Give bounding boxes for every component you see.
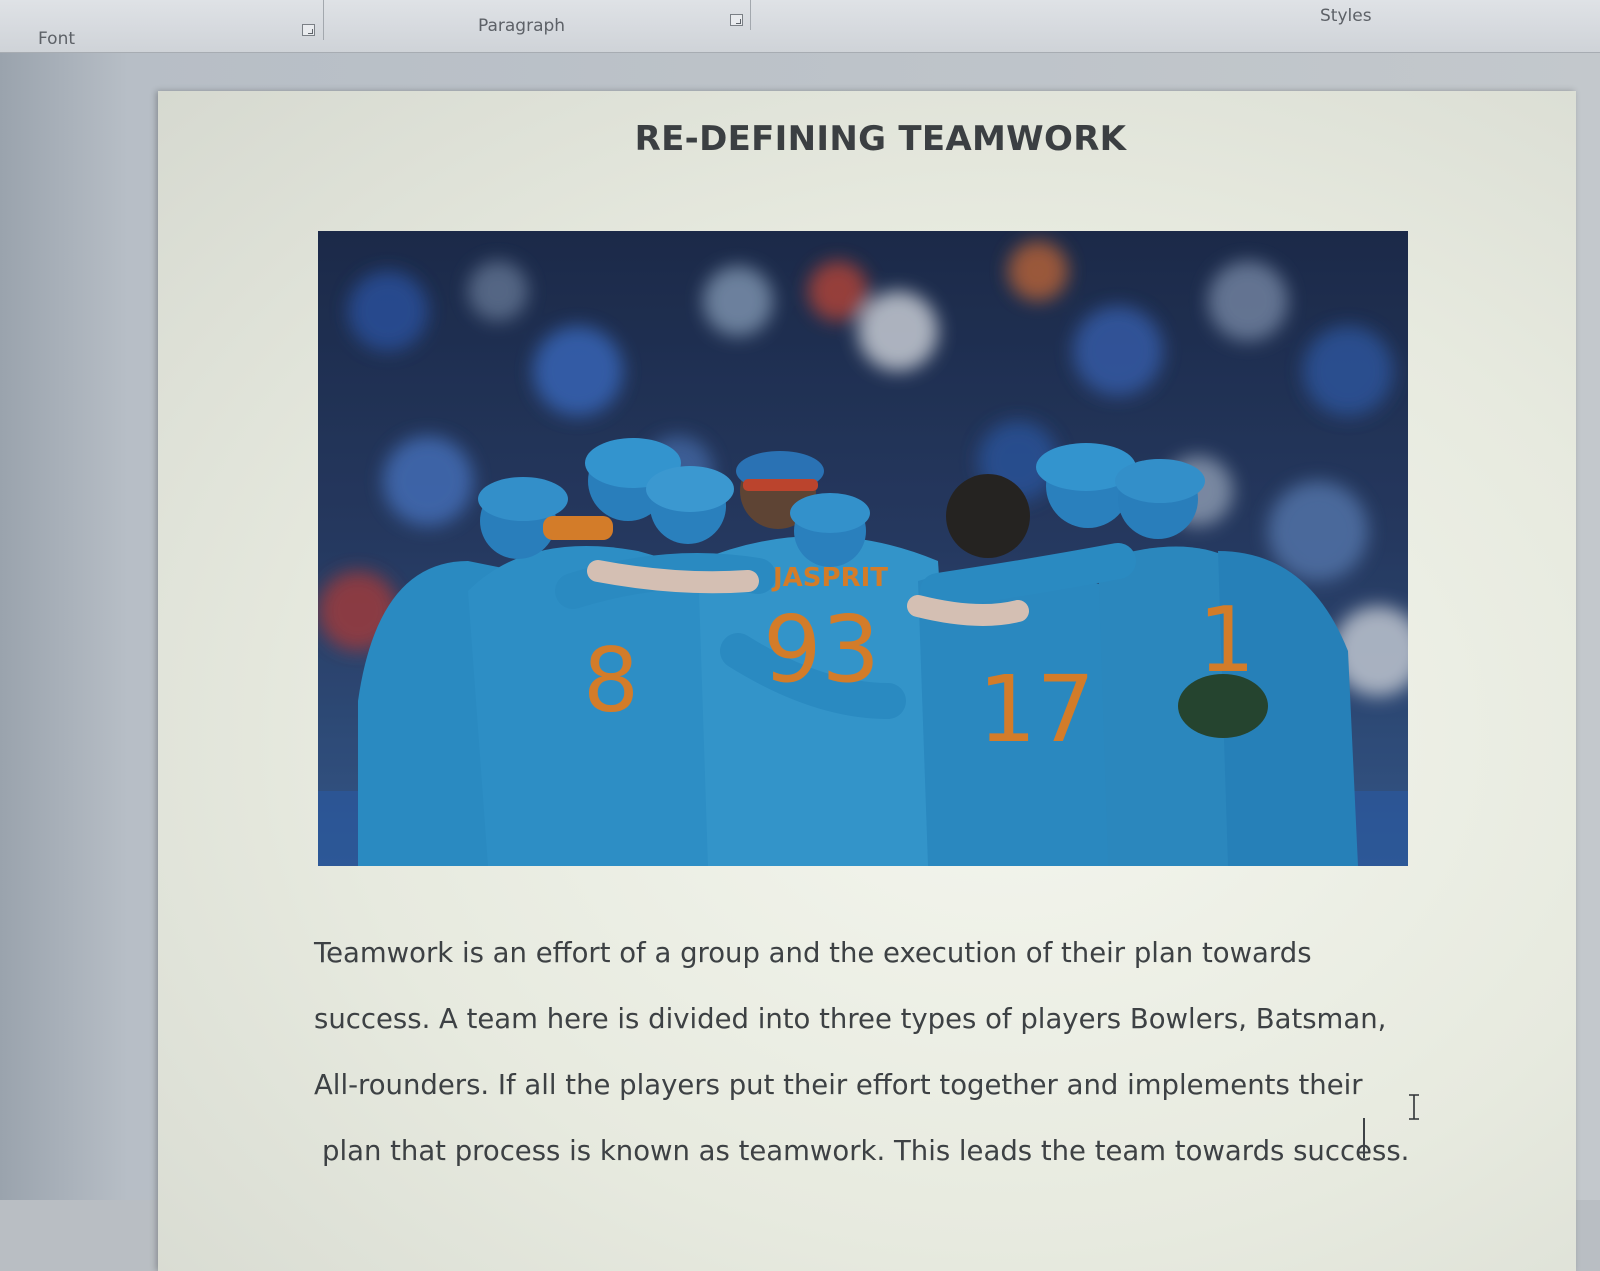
- text-caret: [1363, 1118, 1365, 1158]
- document-canvas[interactable]: RE-DEFINING TEAMWORK JASPRIT 93 8 17 1 T…: [0, 53, 1600, 1271]
- ribbon-group-styles-label: Styles: [1320, 6, 1372, 26]
- ribbon-group-font-label: Font: [38, 29, 76, 49]
- ribbon-separator: [323, 0, 324, 40]
- font-dialog-launcher-icon[interactable]: [302, 24, 315, 36]
- team-huddle-image[interactable]: JASPRIT 93 8 17 1: [318, 231, 1408, 866]
- document-page[interactable]: RE-DEFINING TEAMWORK JASPRIT 93 8 17 1 T…: [158, 91, 1576, 1271]
- document-title[interactable]: RE-DEFINING TEAMWORK: [158, 119, 1600, 159]
- paragraph-line: plan that process is known as teamwork. …: [322, 1135, 1410, 1167]
- paragraph-dialog-launcher-icon[interactable]: [730, 14, 743, 26]
- ribbon-group-paragraph-label: Paragraph: [478, 16, 566, 36]
- ribbon: Font Paragraph Styles: [0, 0, 1600, 53]
- paragraph-line: All-rounders. If all the players put the…: [314, 1069, 1363, 1101]
- document-paragraph[interactable]: Teamwork is an effort of a group and the…: [314, 931, 1454, 1195]
- ribbon-separator: [750, 0, 751, 30]
- paragraph-line: success. A team here is divided into thr…: [314, 1003, 1387, 1035]
- ibeam-cursor-icon: [1409, 1094, 1419, 1120]
- paragraph-line: Teamwork is an effort of a group and the…: [314, 937, 1312, 969]
- team-huddle-illustration: JASPRIT 93 8 17 1: [318, 231, 1408, 866]
